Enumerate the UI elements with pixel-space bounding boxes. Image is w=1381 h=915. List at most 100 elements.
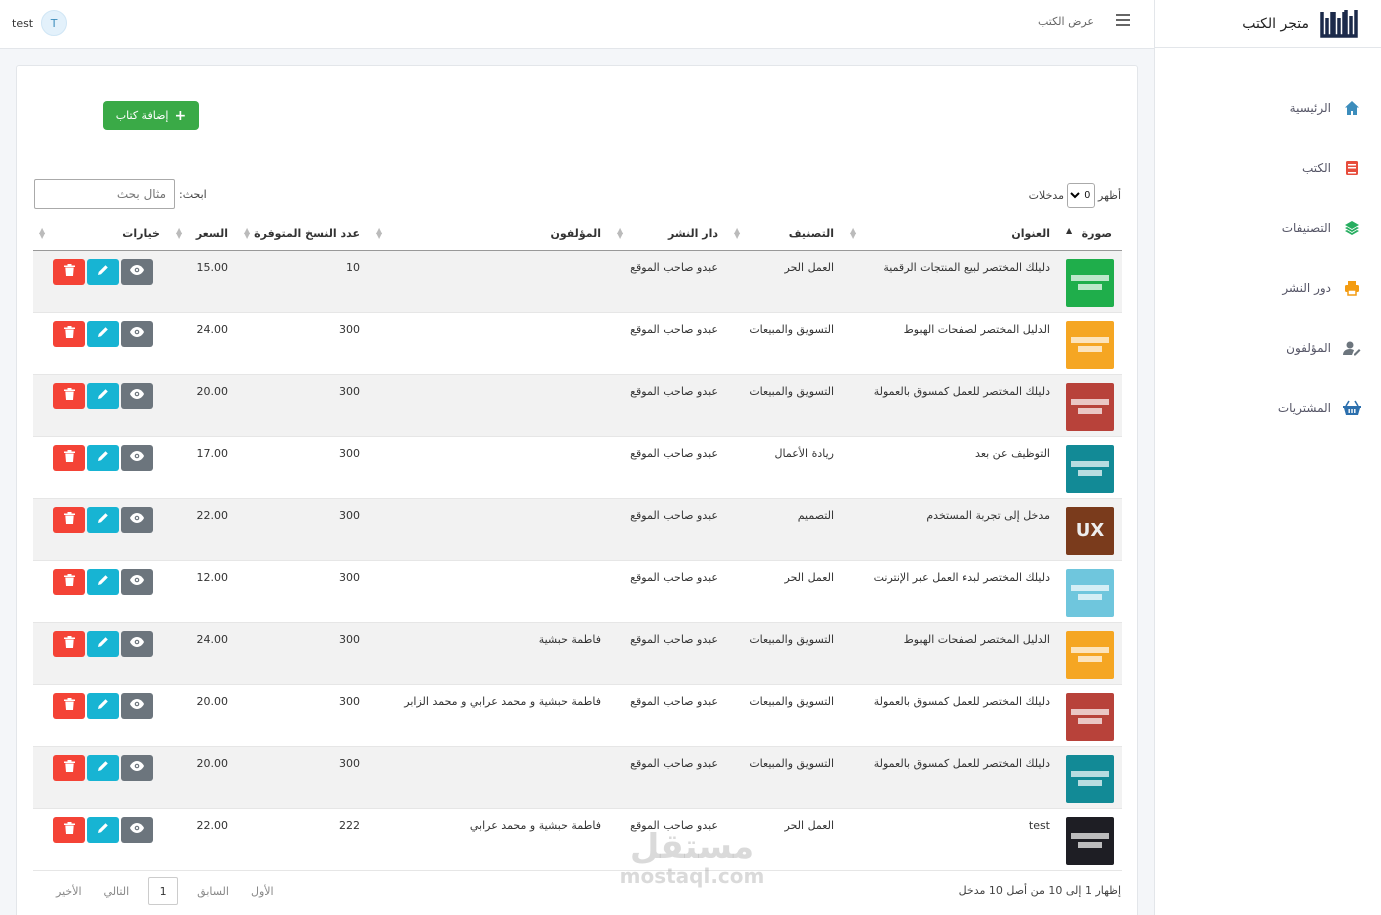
trash-icon <box>63 760 75 775</box>
table-info: إظهار 1 إلى 10 من أصل 10 مدخل <box>958 884 1121 897</box>
edit-button[interactable] <box>87 754 119 781</box>
delete-button[interactable] <box>53 816 85 843</box>
book-cover-image <box>1066 816 1114 865</box>
delete-button[interactable] <box>53 320 85 347</box>
edit-button[interactable] <box>87 568 119 595</box>
column-header-title[interactable]: العنوان ▲ ▼ <box>844 218 1060 251</box>
actions-cell <box>33 498 170 561</box>
book-cover-image <box>1066 568 1114 617</box>
table-row: الدليل المختصر لصفحات الهبوط التسويق والم… <box>33 622 1122 685</box>
search-label: ابحث: <box>179 187 207 201</box>
delete-button[interactable] <box>53 754 85 781</box>
brand[interactable]: متجر الكتب <box>1155 0 1381 48</box>
view-button[interactable] <box>121 382 153 409</box>
publisher-cell: عبدو صاحب الموقع <box>611 560 728 623</box>
book-cover-image <box>1066 630 1114 679</box>
edit-button[interactable] <box>87 258 119 285</box>
edit-button[interactable] <box>87 382 119 409</box>
actions-cell <box>33 560 170 623</box>
edit-button[interactable] <box>87 444 119 471</box>
copies-cell: 300 <box>238 746 370 809</box>
column-header-category[interactable]: التصنيف ▲ ▼ <box>728 218 844 251</box>
edit-button[interactable] <box>87 816 119 843</box>
actions-cell <box>33 250 170 313</box>
view-button[interactable] <box>121 258 153 285</box>
pagination-previous[interactable]: السابق <box>186 885 240 898</box>
sidebar-item-printer[interactable]: دور النشر <box>1155 258 1381 318</box>
column-header-publisher[interactable]: دار النشر ▲ ▼ <box>611 218 728 251</box>
page-size-select[interactable]: 10 <box>1067 183 1096 208</box>
category-cell: التصميم <box>728 498 844 561</box>
actions-cell <box>33 684 170 747</box>
column-header-image[interactable]: صورة ▲ <box>1060 218 1122 251</box>
add-book-button[interactable]: + إضافة كتاب <box>103 101 199 130</box>
delete-button[interactable] <box>53 382 85 409</box>
sidebar-item-label: دور النشر <box>1282 281 1331 295</box>
view-button[interactable] <box>121 320 153 347</box>
table-row: دليلك المختصر لبيع المنتجات الرقمية العمل… <box>33 250 1122 313</box>
view-button[interactable] <box>121 506 153 533</box>
publisher-cell: عبدو صاحب الموقع <box>611 498 728 561</box>
sidebar-item-label: المؤلفون <box>1286 341 1331 355</box>
sort-icon: ▲ ▼ <box>244 226 251 240</box>
layers-icon <box>1343 219 1361 237</box>
column-header-actions[interactable]: خيارات ▲ ▼ <box>33 218 170 251</box>
pagination-first[interactable]: الأول <box>240 885 285 898</box>
view-button[interactable] <box>121 754 153 781</box>
category-cell: التسويق والمبيعات <box>728 374 844 437</box>
edit-button[interactable] <box>87 320 119 347</box>
column-header-copies[interactable]: عدد النسخ المتوفرة ▲ ▼ <box>238 218 370 251</box>
table-row: دليلك المختصر لبدء العمل عبر الإنترنت الع… <box>33 560 1122 623</box>
title-cell: test <box>844 808 1060 871</box>
user-menu[interactable]: test T <box>12 10 68 36</box>
sidebar-item-label: المشتريات <box>1277 401 1331 415</box>
delete-button[interactable] <box>53 692 85 719</box>
cover-cell <box>1060 560 1122 623</box>
sidebar-item-basket[interactable]: المشتريات <box>1155 378 1381 438</box>
price-cell: 15.00 <box>170 250 238 313</box>
pencil-icon <box>97 450 109 465</box>
books-card: + إضافة كتاب أظهر 10 مدخلات ابحث: صورة ▲ ا… <box>16 65 1138 915</box>
authors-cell <box>370 436 611 499</box>
edit-button[interactable] <box>87 630 119 657</box>
cover-cell <box>1060 746 1122 809</box>
view-button[interactable] <box>121 692 153 719</box>
eye-icon <box>130 699 144 712</box>
view-button[interactable] <box>121 816 153 843</box>
books-table: صورة ▲ العنوان ▲ ▼ التصنيف ▲ ▼ دار النشر ▲ ▼ المؤلف… <box>33 218 1122 871</box>
book-cover-image <box>1066 320 1114 369</box>
view-button[interactable] <box>121 568 153 595</box>
delete-button[interactable] <box>53 444 85 471</box>
column-header-price[interactable]: السعر ▲ ▼ <box>170 218 238 251</box>
edit-button[interactable] <box>87 692 119 719</box>
category-cell: التسويق والمبيعات <box>728 622 844 685</box>
table-row: test العمل الحر عبدو صاحب الموقع فاطمة حبشي… <box>33 808 1122 871</box>
column-header-authors[interactable]: المؤلفون ▲ ▼ <box>370 218 611 251</box>
view-button[interactable] <box>121 444 153 471</box>
actions-cell <box>33 622 170 685</box>
table-row: دليلك المختصر للعمل كمسوق بالعمولة التسوي… <box>33 746 1122 809</box>
authors-cell <box>370 312 611 375</box>
trash-icon <box>63 574 75 589</box>
delete-button[interactable] <box>53 630 85 657</box>
delete-button[interactable] <box>53 506 85 533</box>
sidebar-item-home[interactable]: الرئيسية <box>1155 78 1381 138</box>
sidebar-item-layers[interactable]: التصنيفات <box>1155 198 1381 258</box>
hamburger-menu-icon[interactable] <box>1116 14 1130 28</box>
edit-button[interactable] <box>87 506 119 533</box>
copies-cell: 300 <box>238 374 370 437</box>
delete-button[interactable] <box>53 258 85 285</box>
price-cell: 22.00 <box>170 498 238 561</box>
pagination-next[interactable]: التالي <box>93 885 141 898</box>
pagination-last[interactable]: الأخير <box>45 885 93 898</box>
delete-button[interactable] <box>53 568 85 595</box>
pagination-current[interactable]: 1 <box>148 877 179 905</box>
view-button[interactable] <box>121 630 153 657</box>
cover-cell <box>1060 312 1122 375</box>
sidebar-item-book[interactable]: الكتب <box>1155 138 1381 198</box>
column-header-label: السعر <box>195 227 228 241</box>
cover-text: UX <box>1075 520 1105 541</box>
sidebar-item-user-edit[interactable]: المؤلفون <box>1155 318 1381 378</box>
column-header-label: العنوان <box>1011 227 1050 241</box>
search-input[interactable] <box>34 179 175 209</box>
